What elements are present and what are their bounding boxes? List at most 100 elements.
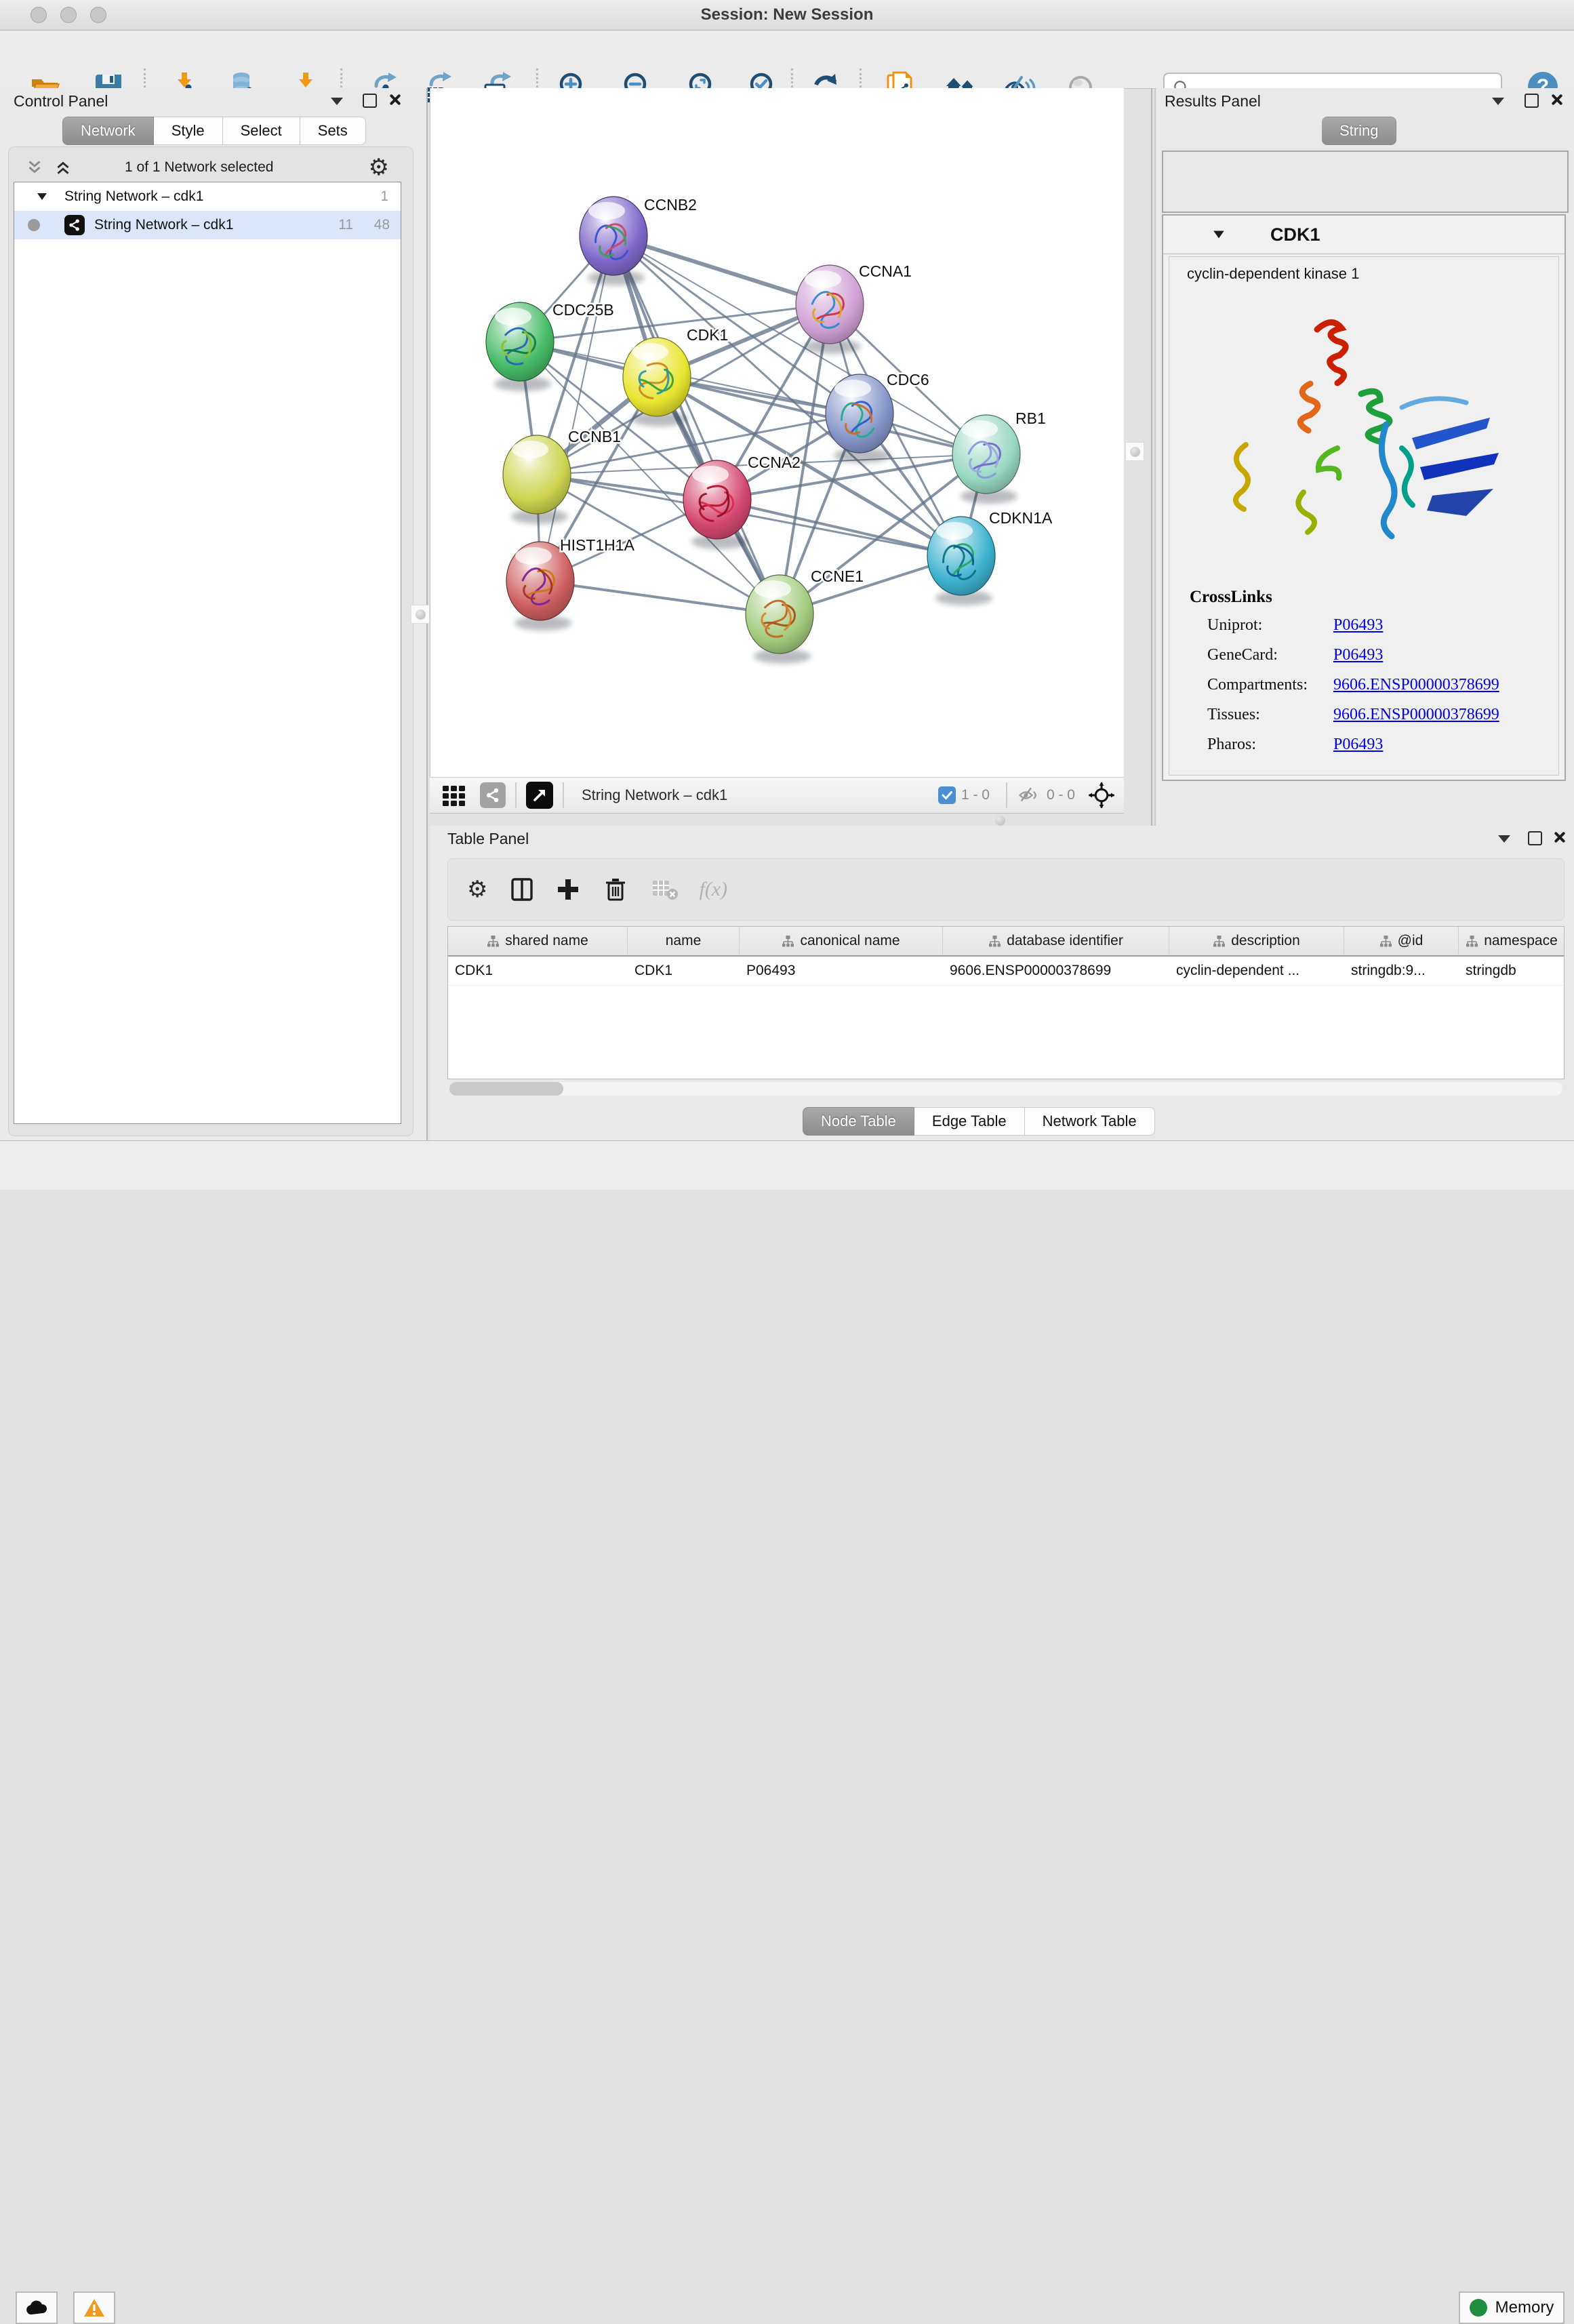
status-bar: Memory bbox=[0, 1140, 1574, 1190]
detach-view-icon[interactable] bbox=[526, 782, 553, 809]
pan-crosshair-icon[interactable] bbox=[1087, 781, 1116, 809]
crosslink-value[interactable]: P06493 bbox=[1333, 616, 1383, 635]
add-column-icon[interactable] bbox=[555, 877, 581, 902]
column-header-database-identifier[interactable]: database identifier bbox=[943, 927, 1169, 955]
node-label-CDC6: CDC6 bbox=[887, 371, 929, 388]
table-cell[interactable]: 9606.ENSP00000378699 bbox=[943, 957, 1169, 985]
node-CCNE1[interactable] bbox=[746, 575, 813, 664]
control-panel-menu-icon[interactable] bbox=[331, 98, 343, 105]
crosslink-row: GeneCard:P06493 bbox=[1207, 646, 1558, 664]
table-hscrollbar[interactable] bbox=[449, 1082, 1562, 1096]
column-header-namespace[interactable]: namespace bbox=[1459, 927, 1565, 955]
tab-node-table[interactable]: Node Table bbox=[803, 1107, 914, 1136]
left-splitter-handle[interactable] bbox=[411, 605, 430, 624]
node-label-CCNB2: CCNB2 bbox=[644, 196, 697, 214]
edge-HIST1H1A-CCNE1[interactable] bbox=[540, 581, 780, 614]
column-type-icon bbox=[988, 935, 1001, 948]
control-panel-float-icon[interactable] bbox=[363, 94, 377, 108]
crosslink-value[interactable]: P06493 bbox=[1333, 736, 1383, 754]
node-HIST1H1A[interactable] bbox=[506, 542, 574, 630]
table-cell[interactable]: stringdb bbox=[1459, 957, 1565, 985]
network-view-toolbar: String Network – cdk1 1 - 0 0 - 0 bbox=[430, 777, 1124, 814]
network-edge-count: 48 bbox=[374, 217, 390, 233]
show-columns-icon[interactable] bbox=[509, 877, 535, 902]
crosslinks-list: Uniprot:P06493GeneCard:P06493Compartment… bbox=[1207, 616, 1558, 754]
toolbar-divider bbox=[515, 782, 517, 808]
right-splitter-handle[interactable] bbox=[1125, 442, 1144, 461]
tab-network-table[interactable]: Network Table bbox=[1025, 1107, 1155, 1136]
delete-column-icon[interactable] bbox=[603, 877, 628, 902]
results-panel-float-icon[interactable] bbox=[1525, 94, 1539, 108]
horizontal-splitter-handle[interactable] bbox=[995, 816, 1005, 826]
tab-edge-table[interactable]: Edge Table bbox=[914, 1107, 1025, 1136]
toolbar-divider bbox=[563, 782, 564, 808]
network-share-view-icon[interactable] bbox=[480, 782, 506, 808]
node-label-RB1: RB1 bbox=[1015, 409, 1046, 427]
column-header--id[interactable]: @id bbox=[1344, 927, 1459, 955]
hidden-items-icon bbox=[1017, 783, 1041, 807]
node-CCNB2[interactable] bbox=[580, 197, 647, 285]
node-table[interactable]: shared name name canonical namedatabase id… bbox=[447, 926, 1565, 1079]
node-CDC25B[interactable] bbox=[486, 302, 554, 391]
table-row[interactable]: CDK1CDK1P064939606.ENSP00000378699cyclin… bbox=[448, 957, 1564, 986]
network-collection-label: String Network – cdk1 bbox=[64, 188, 203, 205]
table-cell[interactable]: P06493 bbox=[740, 957, 943, 985]
table-panel-menu-icon[interactable] bbox=[1498, 835, 1510, 843]
column-type-icon bbox=[1379, 935, 1392, 948]
column-header-name[interactable]: name bbox=[628, 927, 740, 955]
network-node-count: 11 bbox=[338, 217, 353, 233]
tab-string[interactable]: String bbox=[1322, 117, 1396, 145]
tab-select[interactable]: Select bbox=[223, 117, 300, 145]
tab-sets[interactable]: Sets bbox=[300, 117, 366, 145]
crosslink-value[interactable]: 9606.ENSP00000378699 bbox=[1333, 676, 1499, 694]
cloud-button[interactable] bbox=[16, 2291, 58, 2324]
selected-checkbox-icon[interactable] bbox=[938, 786, 956, 804]
hidden-node-edge-count: 0 - 0 bbox=[1047, 787, 1075, 803]
network-edges[interactable] bbox=[520, 236, 986, 614]
table-cell[interactable]: CDK1 bbox=[628, 957, 740, 985]
node-CDK1[interactable] bbox=[623, 338, 691, 426]
gene-details: cyclin-dependent kinase 1 CrossLinks Uni… bbox=[1169, 256, 1559, 776]
network-graph[interactable]: CCNB2CCNA1CDC25BCDK1CDC6RB1CCNB1CCNA2CDK… bbox=[430, 88, 1124, 777]
tree-expand-icon[interactable] bbox=[36, 191, 48, 203]
table-panel-float-icon[interactable] bbox=[1528, 831, 1542, 845]
table-options-gear-icon[interactable]: ⚙ bbox=[467, 878, 487, 901]
table-panel-close-icon[interactable] bbox=[1552, 830, 1566, 844]
crosslink-value[interactable]: 9606.ENSP00000378699 bbox=[1333, 706, 1499, 724]
node-CCNA1[interactable] bbox=[796, 265, 864, 354]
network-options-gear-icon[interactable]: ⚙ bbox=[369, 156, 389, 179]
node-CDC6[interactable] bbox=[826, 374, 893, 463]
column-header-canonical-name[interactable]: canonical name bbox=[740, 927, 943, 955]
memory-button[interactable]: Memory bbox=[1459, 2291, 1565, 2324]
results-panel-menu-icon[interactable] bbox=[1492, 98, 1504, 105]
column-type-icon bbox=[1213, 935, 1226, 948]
grid-view-icon[interactable] bbox=[441, 782, 468, 809]
table-cell[interactable]: cyclin-dependent ... bbox=[1169, 957, 1344, 985]
edge-CCNB2-CCNE1[interactable] bbox=[613, 236, 780, 614]
edge-CCNA2-CDKN1A[interactable] bbox=[717, 500, 961, 556]
network-collection-row[interactable]: String Network – cdk1 1 bbox=[14, 182, 401, 211]
node-RB1[interactable] bbox=[952, 415, 1020, 504]
column-header-description[interactable]: description bbox=[1169, 927, 1344, 955]
gene-collapse-icon[interactable] bbox=[1212, 228, 1226, 241]
column-header-shared-name[interactable]: shared name bbox=[448, 927, 628, 955]
column-header-label: name bbox=[666, 933, 702, 949]
gene-header-row[interactable]: CDK1 bbox=[1163, 216, 1565, 254]
expand-all-icon[interactable] bbox=[54, 159, 72, 176]
table-cell[interactable]: CDK1 bbox=[448, 957, 628, 985]
tab-style[interactable]: Style bbox=[154, 117, 223, 145]
table-cell[interactable]: stringdb:9... bbox=[1344, 957, 1459, 985]
warning-button[interactable] bbox=[73, 2291, 115, 2324]
results-panel-close-icon[interactable] bbox=[1550, 93, 1563, 106]
cloud-icon bbox=[25, 2300, 48, 2316]
crosslink-value[interactable]: P06493 bbox=[1333, 646, 1383, 664]
tab-network[interactable]: Network bbox=[62, 117, 154, 145]
window-title: Session: New Session bbox=[0, 5, 1574, 24]
node-CCNB1[interactable] bbox=[503, 435, 571, 524]
column-header-label: namespace bbox=[1484, 933, 1558, 949]
control-panel-close-icon[interactable] bbox=[388, 93, 401, 106]
network-row[interactable]: String Network – cdk1 11 48 bbox=[14, 211, 401, 239]
node-CDKN1A[interactable] bbox=[927, 517, 995, 605]
table-hscrollbar-thumb[interactable] bbox=[449, 1082, 563, 1096]
collapse-all-icon[interactable] bbox=[26, 159, 43, 176]
